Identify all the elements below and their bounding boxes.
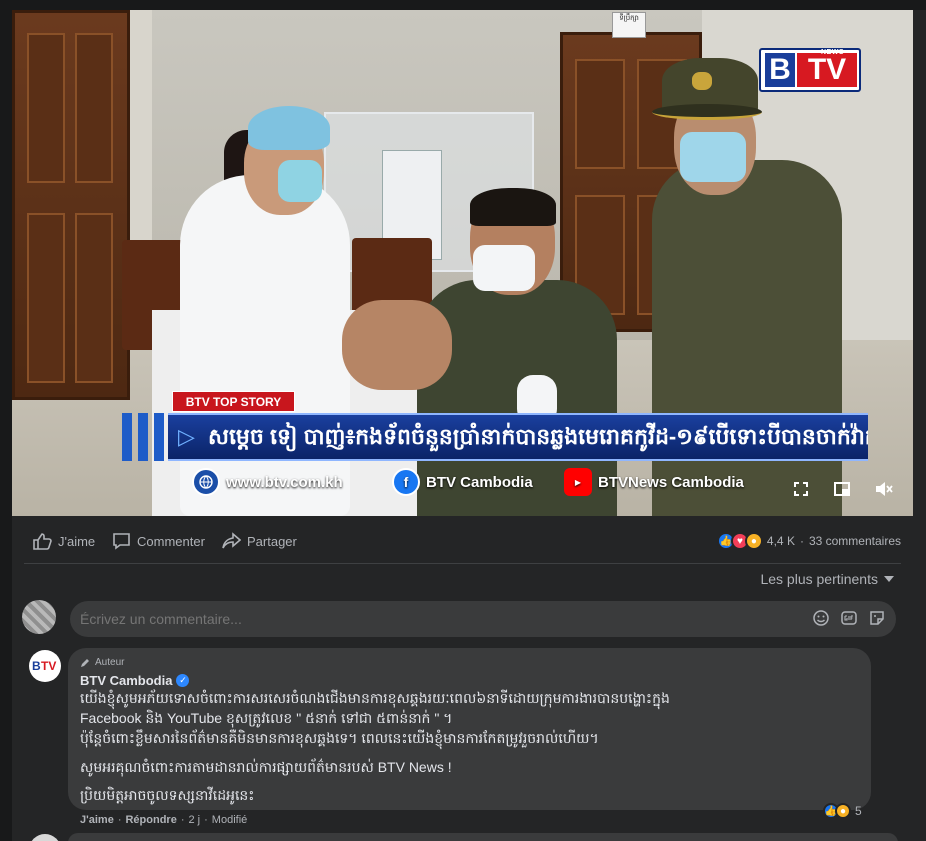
pip-icon[interactable] <box>833 480 851 503</box>
post-actions: J'aime Commenter Partager 👍 ♥ ● 4,4 K · … <box>12 516 913 566</box>
comment-bubble: Auteur BTV Cambodia ✓ យើងខ្ញុំសូមអភ័យទោស… <box>68 648 871 810</box>
avatar[interactable] <box>29 834 61 841</box>
edited-label: Modifié <box>211 814 248 826</box>
comment-icon <box>113 533 130 550</box>
author-badge: Auteur <box>80 657 124 668</box>
youtube-label: ▶ BTVNews Cambodia <box>564 468 744 496</box>
headline-bar: ▷ សម្តេច ទៀ បាញ់៖កងទ័ពចំនួនប្រាំនាក់បានឆ… <box>168 413 868 461</box>
facebook-icon: f <box>392 468 420 496</box>
officer-cap-badge <box>692 72 712 90</box>
website-label: www.btv.com.kh <box>192 468 343 496</box>
door-sign: ទីប្រឹក្សា <box>612 12 646 38</box>
officer-cap-brim <box>652 104 762 120</box>
share-button[interactable]: Partager <box>222 532 297 550</box>
scene-door <box>12 10 130 400</box>
fullscreen-icon[interactable] <box>792 480 810 503</box>
comment-reactions[interactable]: 👍 ● 5 <box>823 803 862 819</box>
thumbs-up-icon <box>33 533 52 550</box>
divider <box>24 563 901 564</box>
comment-timestamp[interactable]: 2 j <box>189 814 201 826</box>
gif-icon[interactable] <box>840 609 858 627</box>
top-story-label: BTV TOP STORY <box>172 391 295 412</box>
btv-news-logo: B TV NEWS <box>759 48 861 92</box>
like-button[interactable]: J'aime <box>32 532 95 550</box>
comment-bubble <box>68 833 898 841</box>
comment-text-line: ប៉ុន្តែចំពោះខ្លឹមសារនៃព័ត៌មានគឺមិនមានការ… <box>80 730 599 746</box>
emoji-icon[interactable] <box>812 609 830 627</box>
video-player[interactable]: ទីប្រឹក្សា B TV NEWS BTV TOP STORY ▷ សម្… <box>12 10 913 516</box>
comment-button[interactable]: Commenter <box>112 532 205 550</box>
comment-text-line: យើងខ្ញុំសូមអភ័យទោសចំពោះការសរសេរចំណងជើងមា… <box>80 690 670 706</box>
share-icon <box>222 532 241 549</box>
globe-icon <box>192 468 220 496</box>
social-bar: www.btv.com.kh f BTV Cambodia ▶ BTVNews … <box>192 462 792 502</box>
comment-footer: J'aime · Répondre · 2 j · Modifié <box>80 814 248 826</box>
reaction-summary[interactable]: 👍 ♥ ● 4,4 K · 33 commentaires <box>716 532 901 550</box>
avatar[interactable] <box>22 600 56 634</box>
left-strip <box>0 0 12 841</box>
comment-text-line: Facebook និង YouTube ខុសត្រូវលេខ " ៥នាក់… <box>80 710 453 726</box>
sticker-icon[interactable] <box>868 609 886 627</box>
verified-icon: ✓ <box>176 674 190 687</box>
nurse-mask <box>278 160 322 202</box>
volume-muted-icon[interactable] <box>874 480 894 503</box>
comment-reply-link[interactable]: Répondre <box>125 814 176 826</box>
seated-man-mask <box>473 245 535 291</box>
comment-like-link[interactable]: J'aime <box>80 814 114 826</box>
comment-count[interactable]: 33 commentaires <box>809 534 901 548</box>
youtube-icon: ▶ <box>564 468 592 496</box>
chevron-right-icon: ▷ <box>178 424 195 449</box>
seated-man-arm <box>342 300 452 390</box>
facebook-label: f BTV Cambodia <box>392 468 533 496</box>
comment-text-line: សូមអរគុណចំពោះការតាមដានរាល់ការផ្សាយព័ត៌មា… <box>80 759 452 775</box>
seated-man-hair <box>470 188 556 226</box>
reaction-count[interactable]: 4,4 K <box>767 534 795 548</box>
comment-input[interactable] <box>70 601 896 637</box>
comment-text-line: ប្រិយមិត្តអាចចូលទស្សនាវីដេអូនេះ <box>80 787 255 803</box>
officer-mask <box>680 132 746 182</box>
top-strip <box>0 0 926 10</box>
caret-down-icon <box>884 576 894 582</box>
headline-text: សម្តេច ទៀ បាញ់៖កងទ័ពចំនួនប្រាំនាក់បានឆ្ល… <box>208 424 868 449</box>
comment-input-tools <box>812 609 886 627</box>
wow-reaction-icon: ● <box>744 532 763 550</box>
comment-sort-dropdown[interactable]: Les plus pertinents <box>760 571 894 587</box>
nurse-cap <box>248 106 330 150</box>
comment-author[interactable]: BTV Cambodia ✓ <box>80 673 190 688</box>
ticker-bars <box>122 413 166 461</box>
avatar[interactable]: B TV <box>29 650 61 682</box>
pencil-icon <box>81 658 89 667</box>
care-reaction-icon: ● <box>835 803 851 819</box>
